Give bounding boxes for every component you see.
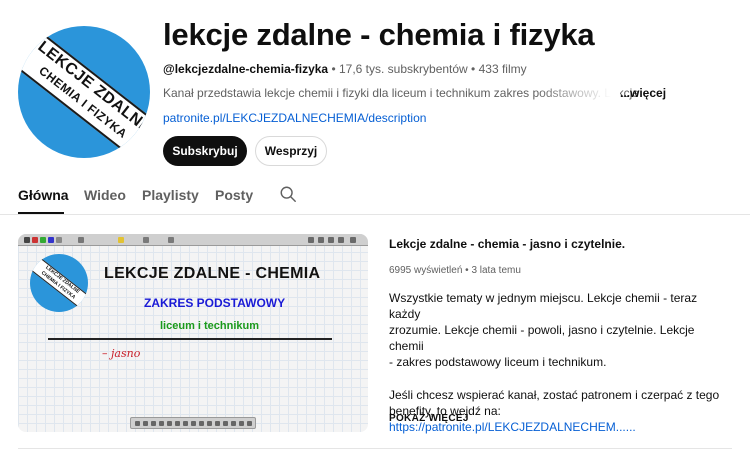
upload-age: 3 lata temu [471, 265, 521, 276]
description-line: Wszystkie tematy w jednym miejscu. Lekcj… [389, 291, 698, 321]
meta-separator: • [328, 62, 339, 76]
description-line: Jeśli chcesz wspierać kanał, zostać patr… [389, 388, 720, 402]
tab-videos[interactable]: Wideo [84, 187, 126, 203]
whiteboard-bottom-toolbar [130, 417, 256, 429]
view-count: 6995 wyświetleń [389, 265, 463, 276]
section-divider [18, 448, 732, 449]
featured-video-meta: 6995 wyświetleń • 3 lata temu [389, 265, 521, 276]
show-more-button[interactable]: POKAŻ WIĘCEJ [389, 413, 469, 424]
active-tab-indicator [18, 212, 64, 214]
description-more-link[interactable]: ...więcej [620, 86, 666, 100]
thumbnail-subheading: ZAKRES PODSTAWOWY [144, 296, 286, 310]
search-icon[interactable] [279, 185, 297, 203]
video-count: 433 filmy [478, 62, 527, 76]
subscribe-button[interactable]: Subskrybuj [163, 136, 247, 166]
subscriber-count: 17,6 tys. subskrybentów [338, 62, 468, 76]
avatar-text-line2: CHEMIA I FIZYKA [36, 63, 130, 141]
channel-avatar[interactable]: LEKCJE ZDALNE CHEMIA I FIZYKA [18, 26, 150, 158]
channel-title: lekcje zdalne - chemia i fizyka [163, 17, 595, 52]
featured-video-thumbnail[interactable]: LEKCJE ZDALNE CHEMIA I FIZYKA LEKCJE ZDA… [18, 234, 368, 432]
channel-meta: @lekcjezdalne-chemia-fizyka • 17,6 tys. … [163, 62, 527, 76]
thumbnail-logo-band: LEKCJE ZDALNE CHEMIA I FIZYKA [30, 254, 88, 312]
thumbnail-logo: LEKCJE ZDALNE CHEMIA I FIZYKA [30, 254, 88, 312]
featured-video-title[interactable]: Lekcje zdalne - chemia - jasno i czyteln… [389, 237, 625, 251]
support-button[interactable]: Wesprzyj [255, 136, 327, 166]
avatar-band: LEKCJE ZDALNE CHEMIA I FIZYKA [18, 26, 150, 158]
thumbnail-heading: LEKCJE ZDALNE - CHEMIA [104, 265, 321, 282]
whiteboard-toolbar [18, 234, 368, 246]
tab-home[interactable]: Główna [18, 187, 69, 203]
channel-tabs: Główna Wideo Playlisty Posty [0, 178, 750, 215]
tab-playlists[interactable]: Playlisty [142, 187, 199, 203]
thumbnail-divider [48, 338, 332, 340]
channel-handle: @lekcjezdalne-chemia-fizyka [163, 62, 329, 76]
meta-separator: • [467, 62, 479, 76]
channel-external-link[interactable]: patronite.pl/LEKCJEZDALNECHEMIA/descript… [163, 111, 426, 125]
description-fade [535, 82, 620, 102]
tab-posts[interactable]: Posty [215, 187, 253, 203]
thumbnail-subheading2: liceum i technikum [160, 320, 260, 332]
description-line: zrozumie. Lekcje chemii - powoli, jasno … [389, 323, 695, 353]
description-line: - zakres podstawowy liceum i technikum. [389, 355, 607, 369]
thumbnail-handwriting: – jasno [102, 347, 141, 360]
